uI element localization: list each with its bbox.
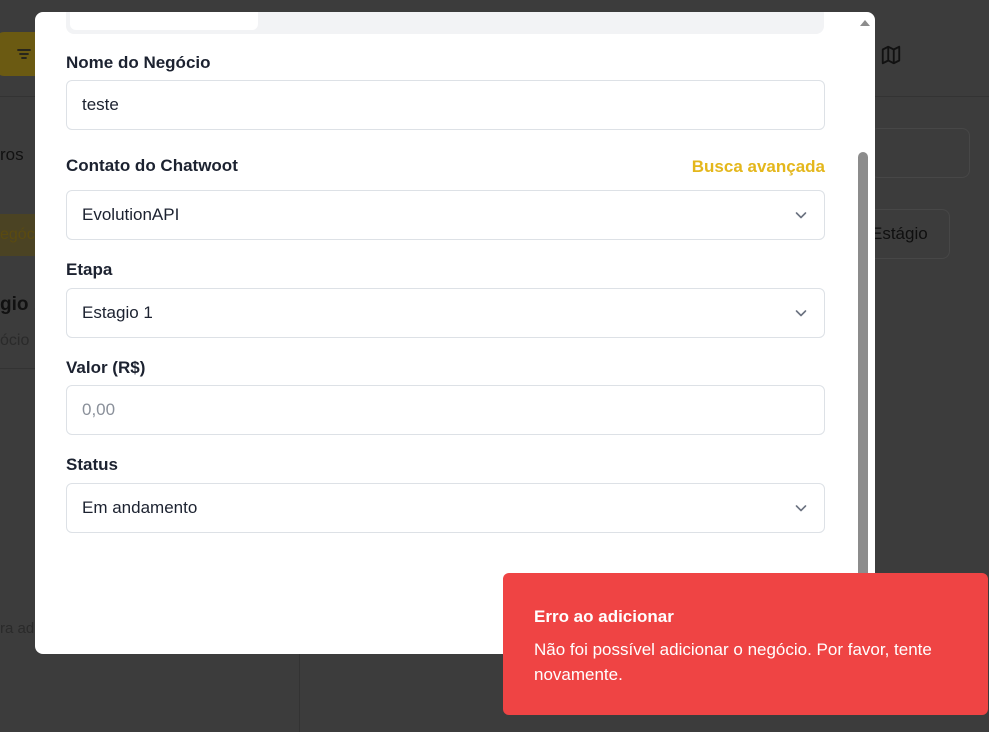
add-stage-label: Estágio bbox=[871, 224, 928, 243]
status-select[interactable]: Em andamento bbox=[66, 483, 825, 533]
map-icon[interactable] bbox=[880, 44, 902, 66]
filter-icon bbox=[17, 49, 31, 59]
status-label: Status bbox=[66, 455, 118, 474]
modal-scrollbar[interactable] bbox=[858, 152, 868, 602]
chevron-down-icon bbox=[795, 212, 807, 219]
background-search-box[interactable] bbox=[870, 128, 970, 178]
business-name-label: Nome do Negócio bbox=[66, 53, 211, 72]
scroll-up-arrow-icon[interactable] bbox=[858, 16, 872, 30]
add-business-modal: Nome do Negócio Contato do Chatwoot Busc… bbox=[35, 12, 875, 654]
contact-select-value: EvolutionAPI bbox=[82, 205, 180, 224]
toast-title: Erro ao adicionar bbox=[534, 607, 674, 626]
stage-select[interactable]: Estagio 1 bbox=[66, 288, 825, 338]
chevron-down-icon bbox=[795, 310, 807, 317]
business-tab-label: egóc bbox=[0, 226, 35, 243]
advanced-search-link[interactable]: Busca avançada bbox=[692, 157, 825, 177]
business-name-field[interactable] bbox=[66, 80, 825, 130]
toast-message: Não foi possível adicionar o negócio. Po… bbox=[534, 640, 932, 684]
business-name-input[interactable] bbox=[82, 95, 809, 115]
modal-tabs bbox=[66, 12, 824, 34]
value-input[interactable] bbox=[82, 400, 809, 420]
value-field[interactable] bbox=[66, 385, 825, 435]
error-toast[interactable]: Erro ao adicionar Não foi possível adici… bbox=[503, 573, 988, 715]
status-select-value: Em andamento bbox=[82, 498, 198, 517]
value-label: Valor (R$) bbox=[66, 358, 146, 377]
contact-label: Contato do Chatwoot bbox=[66, 156, 238, 175]
modal-tab-active[interactable] bbox=[70, 12, 258, 30]
contact-select[interactable]: EvolutionAPI bbox=[66, 190, 825, 240]
chevron-down-icon bbox=[795, 505, 807, 512]
filters-label: ros bbox=[0, 145, 24, 164]
empty-hint: ra ad bbox=[0, 620, 35, 637]
stage-label: Etapa bbox=[66, 260, 113, 279]
stage-select-value: Estagio 1 bbox=[82, 303, 153, 322]
stage-card-subtitle: ócio bbox=[0, 332, 30, 349]
